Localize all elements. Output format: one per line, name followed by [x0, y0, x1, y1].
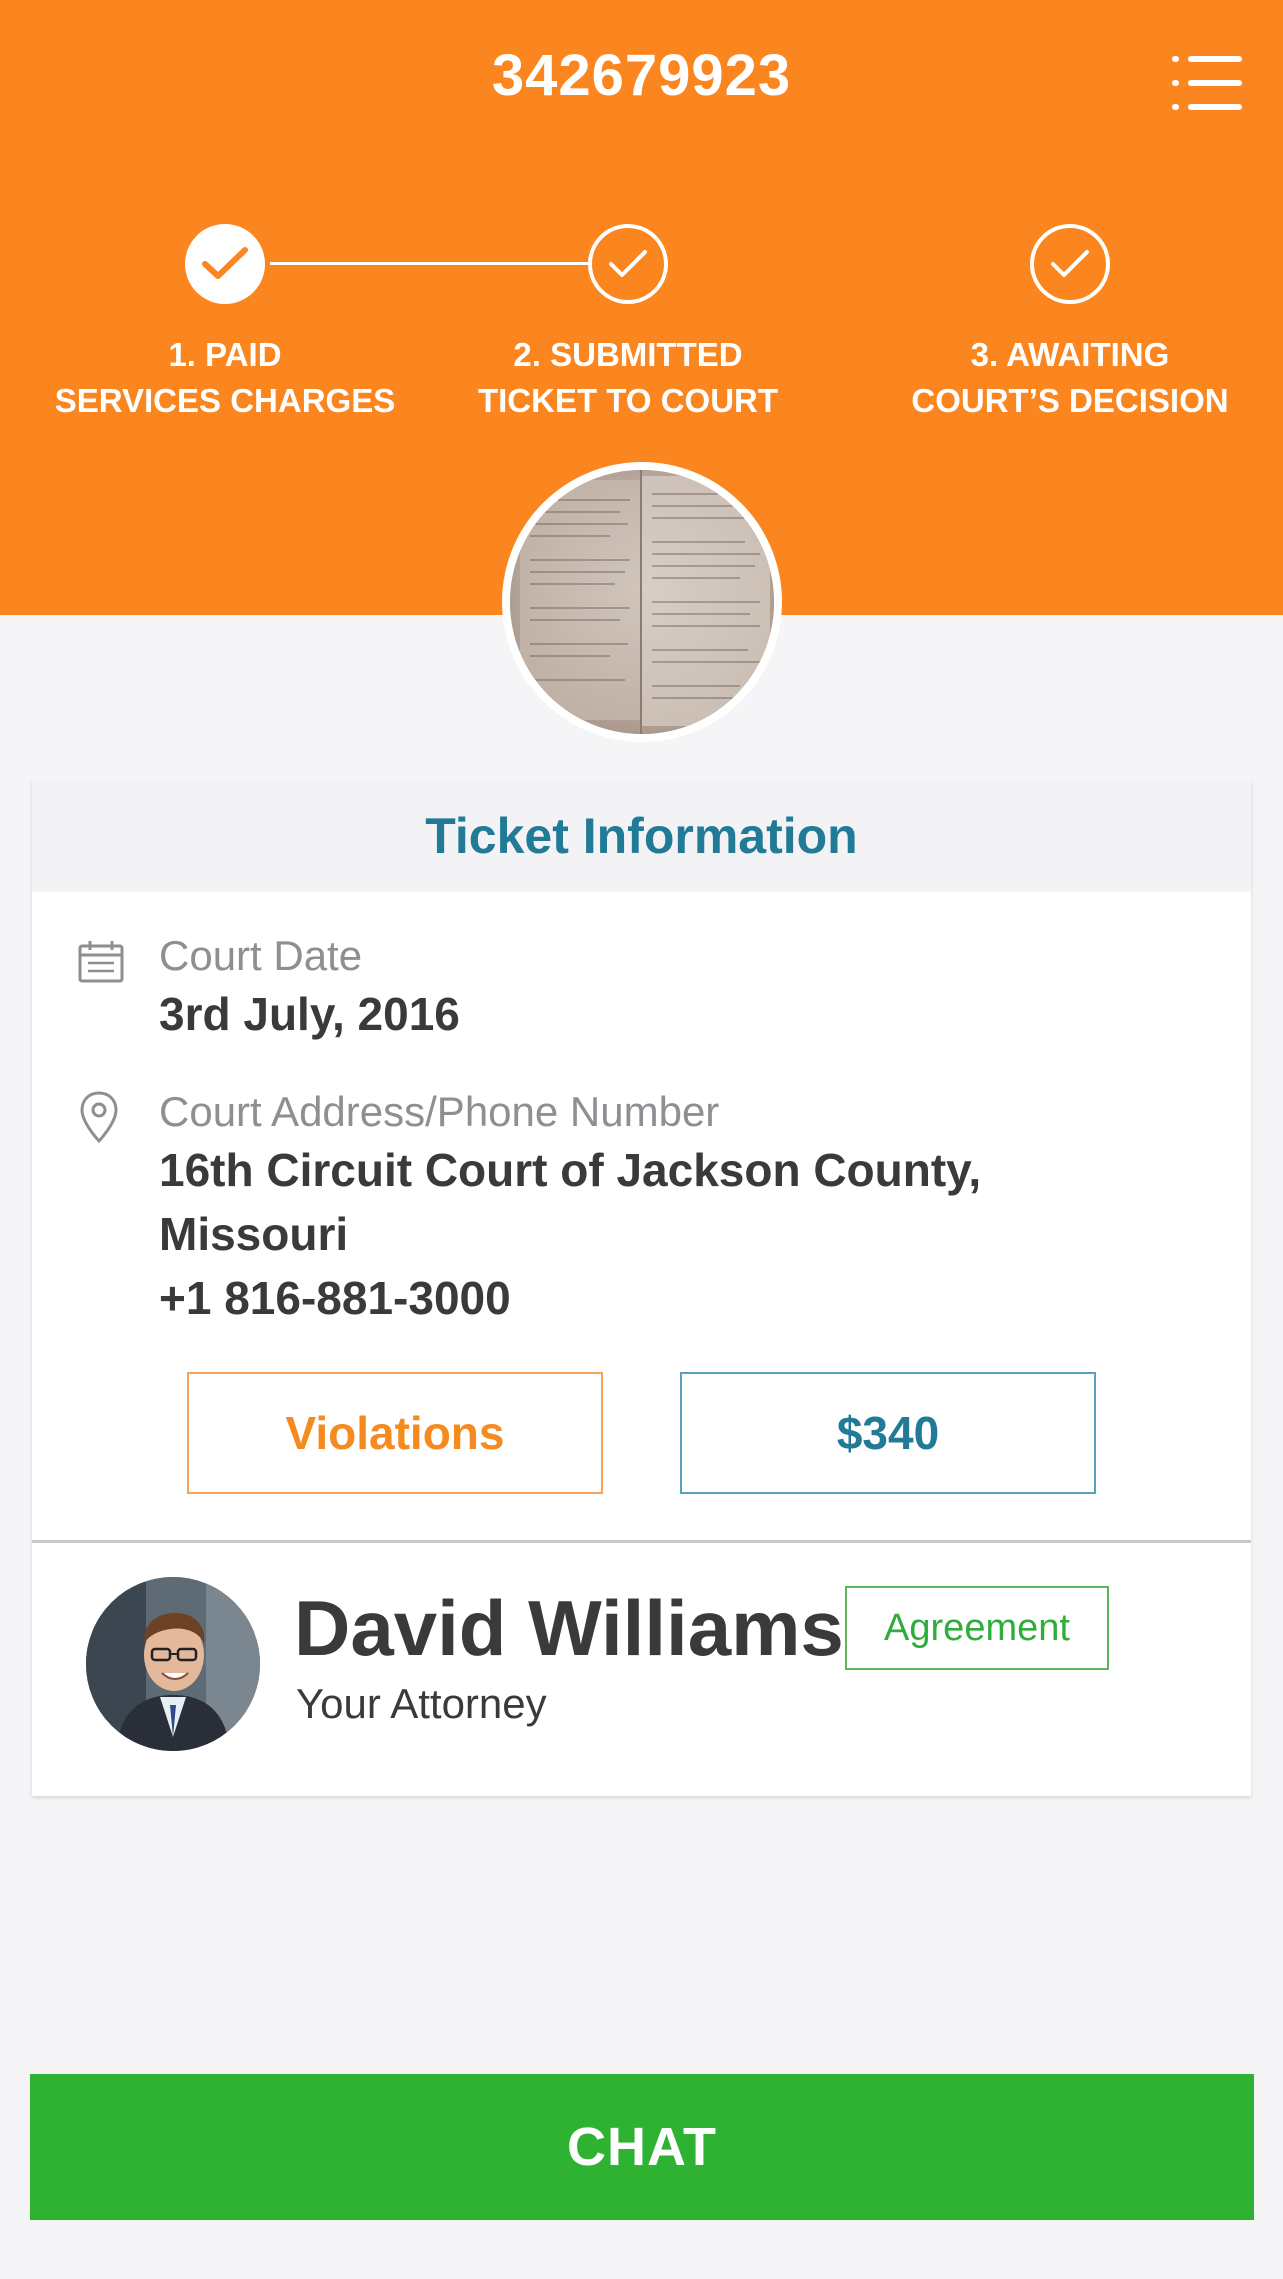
court-phone[interactable]: +1 816-881-3000 [159, 1266, 511, 1330]
attorney-role: Your Attorney [296, 1680, 547, 1727]
calendar-icon [77, 940, 125, 989]
violations-button[interactable]: Violations [187, 1372, 603, 1494]
attorney-avatar [86, 1577, 260, 1751]
court-address-line1: 16th Circuit Court of Jackson County, [159, 1144, 982, 1196]
ticket-status-screen: 342679923 1. PAID SERVICES CHARGES 2. SU… [0, 0, 1283, 2279]
card-header: Ticket Information [32, 780, 1251, 892]
court-address-label: Court Address/Phone Number [159, 1088, 720, 1135]
step-submitted: 2. SUBMITTED TICKET TO COURT [428, 224, 828, 424]
check-filled-icon [185, 224, 265, 304]
divider [32, 1540, 1251, 1543]
step-label: 1. PAID SERVICES CHARGES [54, 336, 396, 419]
court-date-value: 3rd July, 2016 [159, 988, 460, 1040]
menu-icon[interactable] [1172, 56, 1242, 110]
ticket-information-card: Ticket Information Court Date 3rd July, … [32, 780, 1251, 1796]
step-awaiting: 3. AWAITING COURT’S DECISION [870, 224, 1270, 424]
step-paid: 1. PAID SERVICES CHARGES [25, 224, 425, 424]
step-label: 3. AWAITING COURT’S DECISION [911, 336, 1229, 419]
card-title: Ticket Information [425, 808, 858, 864]
attorney-name: David Williams [294, 1584, 844, 1672]
amount-button[interactable]: $340 [680, 1372, 1096, 1494]
ticket-number: 342679923 [491, 43, 792, 108]
ticket-document-photo[interactable] [502, 462, 782, 742]
agreement-button[interactable]: Agreement [845, 1586, 1109, 1670]
check-outline-icon [1030, 224, 1110, 304]
court-address-line2: Missouri [159, 1208, 349, 1260]
location-pin-icon [79, 1090, 119, 1149]
chat-button[interactable]: CHAT [30, 2074, 1254, 2220]
step-label: 2. SUBMITTED TICKET TO COURT [477, 336, 779, 419]
check-outline-icon [588, 224, 668, 304]
court-date-label: Court Date [159, 932, 363, 979]
